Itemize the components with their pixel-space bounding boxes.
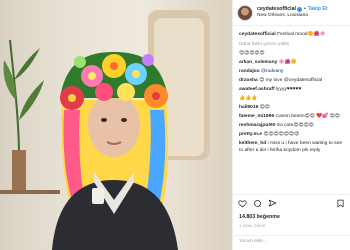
verified-badge-icon [296, 7, 302, 13]
username-link[interactable]: ceydatesofficial [257, 6, 296, 13]
comment: hali9016 😍😍 [239, 105, 346, 111]
post-sidebar: ceydatesofficial • Takip Et New Orleans,… [232, 0, 350, 250]
add-comment-input[interactable]: Yorum ekle... [233, 235, 350, 250]
flower-center [132, 70, 140, 78]
plant-leaf [14, 48, 40, 80]
comment: keithem_hd i miss u i have been waiting … [239, 141, 346, 154]
flower-center [152, 92, 160, 100]
comment-username[interactable]: pretty.m.e [239, 132, 262, 137]
comment-text[interactable]: @rudvany [261, 69, 283, 74]
flower-daisy [117, 83, 135, 101]
header-user-row: ceydatesofficial • Takip Et [257, 6, 328, 13]
heart-icon[interactable] [238, 199, 247, 208]
comment-text: So cute😍😍😍😍 [276, 123, 314, 129]
comment-username[interactable]: hali9016 [239, 105, 258, 110]
cup [92, 188, 104, 204]
caption-text: Festival mood🌼🌺🌸 [277, 32, 326, 37]
post-header: ceydatesofficial • Takip Et New Orleans,… [233, 0, 350, 26]
comment: reshmarajput60 So cute😍😍😍😍 [239, 123, 346, 129]
post-timestamp: 1 GÜN ÖNCE [239, 223, 266, 228]
comment-text: lyyyy♥♥♥♥♥ [275, 87, 302, 93]
caption-username[interactable]: ceydatesofficial [239, 32, 276, 37]
action-bar [233, 194, 350, 212]
load-more-comments-button[interactable]: Daha fazla yorum yükle [239, 42, 346, 47]
separator-dot: • [303, 6, 306, 12]
side-table [0, 190, 60, 194]
comment-username[interactable]: arkan_sulemany [239, 60, 277, 65]
comment: 👍👍👍 [239, 96, 346, 102]
comment-icon[interactable] [253, 199, 262, 208]
comment-text: 👍👍👍 [239, 96, 258, 102]
comment-username[interactable]: drzosha [239, 78, 258, 83]
comment: randajou @rudvany [239, 69, 346, 75]
comment: 😍😍😍😍😍 [239, 51, 346, 57]
plant-pot [12, 150, 26, 190]
flower-center [88, 72, 96, 80]
comment-username[interactable]: fateme_mi1999 [239, 114, 274, 119]
comment: drzosha 😍 my love @ceydatesofficial [239, 78, 346, 84]
comment-username[interactable]: keithem_hd [239, 141, 266, 146]
comment-text: 😍😍😍😍😍😍😍 [263, 132, 300, 138]
comment-username[interactable]: awateef.ashraff [239, 87, 275, 92]
flower-rose [95, 83, 113, 101]
comment-text: Canım benim😍😍 ❤️💕 😍😍 [275, 114, 340, 120]
comment: arkan_sulemany 🌸🌺🌼 [239, 60, 346, 66]
avatar[interactable] [237, 4, 253, 21]
flower-green [74, 56, 86, 68]
left-eye [101, 118, 107, 122]
face [88, 93, 140, 157]
comment: pretty.m.e 😍😍😍😍😍😍😍 [239, 132, 346, 138]
comment-text: 😍😍 [259, 105, 270, 111]
caption: ceydatesofficial Festival mood🌼🌺🌸 [239, 32, 346, 38]
location-link[interactable]: New Orleans, Louisiana [257, 13, 328, 18]
comment-text: 😍 my love @ceydatesofficial [259, 78, 323, 84]
share-icon[interactable] [268, 199, 277, 208]
comment: fateme_mi1999 Canım benim😍😍 ❤️💕 😍😍 [239, 114, 346, 120]
header-text: ceydatesofficial • Takip Et New Orleans,… [257, 6, 328, 18]
flower-center [110, 62, 118, 70]
flower-purple [142, 54, 154, 66]
comment-username[interactable]: randajou [239, 69, 260, 74]
comments-list: ceydatesofficial Festival mood🌼🌺🌸 Daha f… [233, 26, 350, 184]
bookmark-icon[interactable] [336, 199, 345, 208]
comment-username[interactable]: reshmarajput60 [239, 123, 275, 128]
follow-button[interactable]: Takip Et [308, 6, 328, 13]
likes-count[interactable]: 14.803 beğenme [239, 214, 280, 220]
flower-center [68, 94, 76, 102]
comment-text: 😍😍😍😍😍 [239, 51, 265, 57]
photo-illustration [0, 10, 210, 250]
comment-text: 🌸🌺🌼 [278, 60, 297, 66]
post-photo[interactable] [0, 0, 232, 250]
comment: awateef.ashraff lyyyy♥♥♥♥♥ [239, 87, 346, 93]
right-eye [121, 118, 127, 122]
plant-leaf [19, 80, 44, 120]
